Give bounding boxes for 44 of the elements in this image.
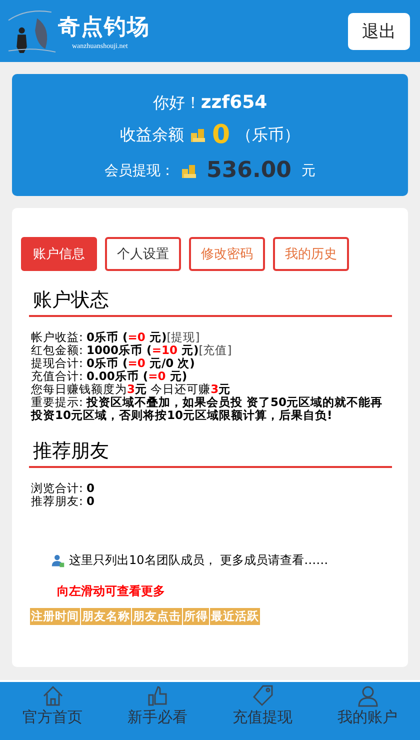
swipe-hint: 向左滑动可查看更多 (57, 583, 165, 600)
withdraw-amount: 536.00 (206, 158, 292, 183)
status-line: 红包金额: 1000乐币 (=10 元) (31, 343, 199, 357)
team-icon (51, 554, 65, 568)
status-line: 您每日赚钱额度为3元 今日还可赚3元 (31, 382, 231, 396)
home-icon (40, 684, 64, 708)
nav-item[interactable]: 充值提现 (232, 682, 292, 740)
nav-item[interactable]: 新手必看 (128, 682, 188, 740)
tab[interactable]: 个人设置 (105, 237, 181, 271)
status-line: 帐户收益: 0乐币 (=0 元) (31, 330, 167, 344)
tab[interactable]: 我的历史 (273, 237, 349, 271)
link[interactable]: [提现] (166, 330, 200, 344)
coins-icon (180, 162, 197, 178)
balance-label: 收益余额 (120, 124, 184, 146)
status-line: 充值合计: 0.00乐币 (=0 元) (31, 369, 188, 383)
column-header: 朋友点击 (132, 608, 182, 625)
tag-icon (250, 684, 274, 708)
withdraw-label: 会员提现： (104, 162, 175, 180)
status-line: 提现合计: 0乐币 (=0 元/0 次) (31, 356, 195, 370)
tab[interactable]: 账户信息 (21, 237, 97, 271)
balance-value: 0 (212, 120, 230, 150)
withdraw-unit: 元 (301, 162, 316, 180)
tab[interactable]: 修改密码 (189, 237, 265, 271)
column-header: 朋友名称 (81, 608, 131, 625)
nav-item[interactable]: 官方首页 (22, 682, 82, 740)
link[interactable]: [充值] (198, 343, 232, 357)
section-title: 推荐朋友 (29, 438, 392, 468)
stat-line: 推荐朋友: 0 (31, 494, 95, 508)
status-line: 重要提示: 投资区域不叠加，如果会员投 资了50元区域的就不能再投资10元区域，否则将按10元区域限额计算，后果自负! (31, 395, 383, 422)
thumbs-up-icon (146, 684, 170, 708)
user-icon (356, 684, 380, 708)
column-header: 所得 (183, 608, 209, 625)
column-header: 最近活跃 (210, 608, 260, 625)
fisherman-icon (6, 8, 58, 54)
logout-button[interactable]: 退出 (348, 12, 410, 50)
stat-line: 浏览合计: 0 (31, 481, 95, 495)
notice-text: 这里只列出10名团队成员， 更多成员请查看…… (69, 552, 328, 569)
greeting: 你好！zzf654 (152, 93, 268, 112)
section-title: 账户状态 (29, 287, 392, 317)
coins-icon (190, 127, 206, 143)
balance-unit: （乐币） (236, 124, 300, 146)
logo-title: 奇点钓场 (58, 13, 150, 42)
nav-item[interactable]: 我的账户 (338, 682, 398, 740)
column-header: 注册时间 (30, 608, 80, 625)
